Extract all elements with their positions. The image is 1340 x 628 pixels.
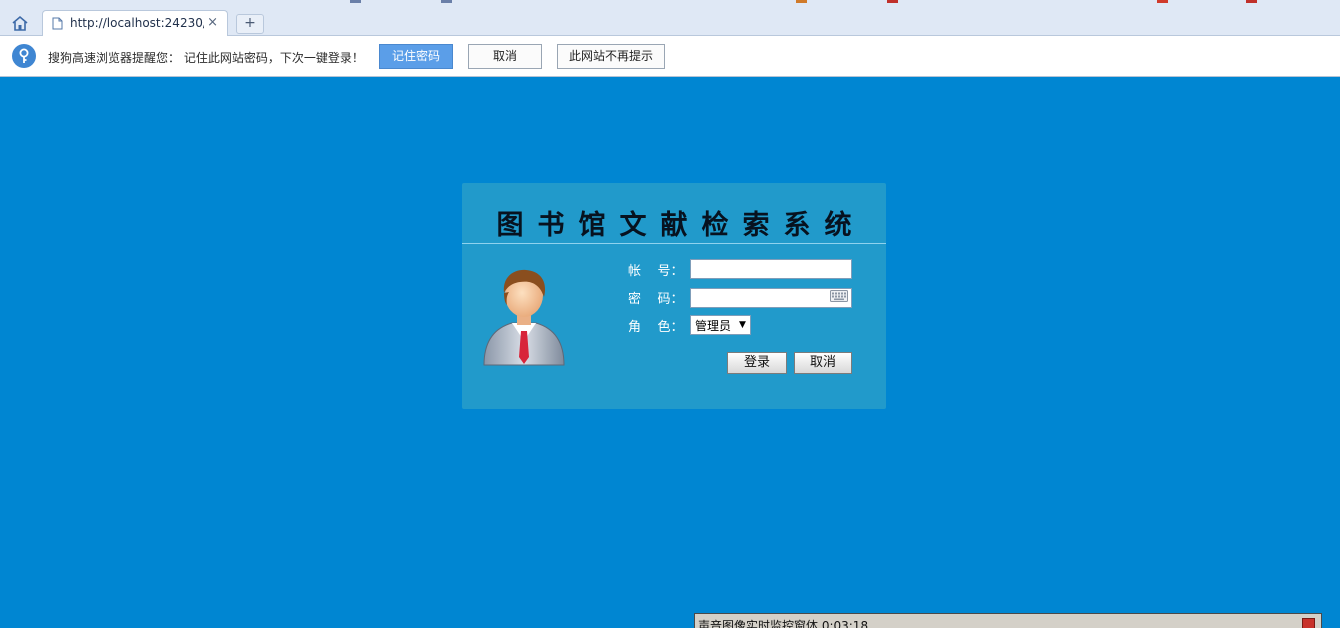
keyboard-icon[interactable] <box>830 290 848 302</box>
new-tab-button[interactable]: + <box>236 14 264 34</box>
monitor-window-title: 声音图像实时监控窗体 0:03:18 <box>698 619 869 628</box>
home-button[interactable] <box>10 13 30 33</box>
browser-tabstrip: http://localhost:24230/ × + <box>0 0 1340 36</box>
password-save-bar: 搜狗高速浏览器提醒您： 记住此网站密码，下次一键登录！ 记住密码 取消 此网站不… <box>0 36 1340 77</box>
home-icon <box>12 15 28 31</box>
bookmark-stub <box>441 0 452 3</box>
role-label: 角 色： <box>628 319 684 335</box>
account-input[interactable] <box>690 259 852 279</box>
title-divider <box>462 243 886 244</box>
password-label: 密 码： <box>628 291 684 307</box>
document-icon <box>52 17 63 30</box>
dropdown-arrow-icon: ▼ <box>739 320 746 330</box>
user-avatar-icon <box>483 269 565 366</box>
login-button[interactable]: 登录 <box>727 352 787 374</box>
monitor-window[interactable]: 声音图像实时监控窗体 0:03:18 <box>694 613 1322 628</box>
close-icon[interactable] <box>1302 618 1315 628</box>
bookmark-stub <box>1157 0 1168 3</box>
password-row: 密 码： <box>628 286 852 308</box>
account-label: 帐 号： <box>628 263 684 279</box>
bookmark-stub <box>350 0 361 3</box>
bookmark-stub <box>1246 0 1257 3</box>
role-select[interactable]: 管理员 ▼ <box>690 315 751 335</box>
role-row: 角 色： 管理员 ▼ <box>628 314 751 336</box>
cancel-button[interactable]: 取消 <box>794 352 852 374</box>
page-title: 图书馆文献检索系统 <box>496 210 866 241</box>
remember-password-button[interactable]: 记住密码 <box>379 44 453 69</box>
login-panel: 图书馆文献检索系统 帐 号： 密 码： 角 色： 管理员 ▼ 登录 取消 <box>462 183 886 409</box>
password-field-wrap <box>690 287 852 308</box>
tab-url: http://localhost:24230/ <box>70 16 204 30</box>
bookmark-stub <box>796 0 807 3</box>
tab-close-icon[interactable]: × <box>207 15 218 30</box>
password-bar-message: 搜狗高速浏览器提醒您： 记住此网站密码，下次一键登录！ <box>48 51 364 65</box>
password-bar-cancel-button[interactable]: 取消 <box>468 44 542 69</box>
bookmark-stub <box>887 0 898 3</box>
browser-tab[interactable]: http://localhost:24230/ × <box>42 10 228 36</box>
role-selected-value: 管理员 <box>695 318 732 333</box>
key-icon <box>12 44 36 68</box>
account-row: 帐 号： <box>628 258 852 280</box>
never-remind-button[interactable]: 此网站不再提示 <box>557 44 665 69</box>
password-input[interactable] <box>690 288 852 308</box>
